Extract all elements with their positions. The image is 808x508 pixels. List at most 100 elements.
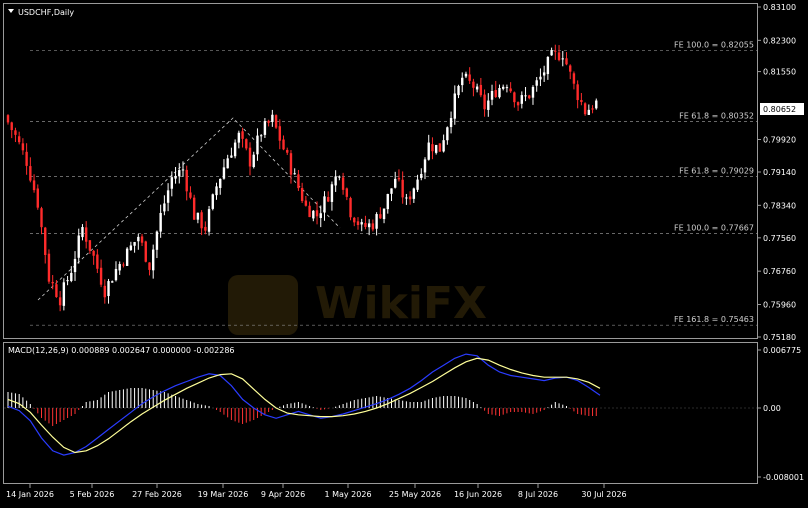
candle	[81, 224, 84, 241]
candle	[207, 205, 211, 236]
candle	[434, 144, 438, 155]
fib-level-label: FE 61.8 = 0.79029	[679, 167, 754, 176]
macd-tick-zero: 0.00	[763, 404, 781, 413]
chart-title: USDCHF,Daily	[18, 8, 74, 17]
candle	[170, 171, 174, 197]
candle	[219, 178, 222, 195]
candle	[107, 278, 110, 304]
candle	[576, 80, 579, 109]
candle	[479, 77, 483, 98]
candle	[6, 114, 10, 125]
candle	[174, 167, 177, 184]
candle	[379, 207, 382, 219]
candle	[583, 102, 587, 116]
time-tick-label: 14 Jan 2026	[6, 490, 54, 499]
price-tick-label: 0.76760	[763, 267, 796, 276]
current-price-marker: 0.80652	[760, 103, 804, 115]
candle	[542, 65, 546, 82]
candle	[565, 52, 568, 66]
price-tick-label: 0.75180	[763, 333, 796, 342]
candle	[345, 187, 349, 201]
candle	[230, 147, 233, 158]
candle	[241, 127, 244, 148]
candle	[416, 174, 419, 192]
price-tick-label: 0.82300	[763, 36, 796, 45]
time-tick-label: 5 Feb 2026	[70, 490, 115, 499]
candle	[487, 93, 490, 117]
candle	[569, 64, 572, 80]
candle	[92, 250, 95, 265]
macd-label: MACD(12,26,9) 0.000889 0.002647 0.000000…	[8, 346, 235, 355]
candle	[245, 138, 248, 151]
candle	[453, 85, 456, 125]
chart-canvas[interactable]: WikiFX USDCHF,Daily FE 100.0 = 0.82055 FE…	[0, 0, 808, 504]
candle	[77, 228, 80, 264]
symbol-menu[interactable]: USDCHF,Daily	[8, 8, 74, 17]
candle	[431, 137, 434, 160]
candle	[364, 215, 367, 230]
candle	[349, 196, 352, 221]
candle	[152, 244, 155, 279]
candle	[133, 241, 136, 253]
candle	[397, 169, 401, 182]
candle	[557, 45, 561, 62]
candle	[263, 118, 267, 138]
candle	[192, 194, 196, 220]
candle	[513, 91, 516, 108]
candle	[427, 134, 430, 161]
candle	[535, 77, 538, 92]
candle	[286, 147, 289, 155]
candle	[390, 188, 393, 202]
candle	[483, 89, 486, 117]
candle	[457, 84, 460, 99]
candle	[47, 249, 51, 284]
candle	[137, 233, 140, 250]
candle	[103, 279, 107, 304]
candle	[29, 157, 32, 183]
candle	[111, 280, 114, 283]
candle	[531, 85, 535, 105]
candle	[125, 247, 129, 266]
candle	[155, 230, 159, 259]
candle	[516, 101, 520, 111]
candle	[148, 262, 151, 276]
candle	[438, 143, 442, 152]
candle	[494, 80, 497, 99]
candle	[356, 217, 360, 230]
price-tick-label: 0.77560	[763, 234, 796, 243]
fib-level-label: FE 61.8 = 0.80352	[679, 112, 754, 121]
price-tick-label: 0.83100	[763, 3, 796, 12]
candle	[96, 249, 99, 274]
fibo-expansion-line[interactable]	[37, 117, 341, 301]
candle	[330, 181, 334, 211]
candle	[159, 204, 162, 238]
time-tick-label: 16 Jun 2026	[454, 490, 502, 499]
candle	[44, 226, 47, 264]
watermark-logo-icon	[228, 275, 298, 335]
fib-level-label: FE 100.0 = 0.77667	[674, 223, 754, 232]
candle	[595, 98, 598, 110]
candle	[464, 71, 468, 79]
candle	[367, 219, 371, 236]
candle	[271, 109, 274, 127]
candle	[528, 94, 531, 100]
candle	[405, 193, 408, 205]
macd-tick-top: 0.006775	[763, 346, 801, 355]
candle	[196, 212, 200, 224]
candle	[178, 163, 181, 184]
candle	[546, 56, 550, 80]
watermark-text: WikiFX	[315, 278, 487, 329]
candle	[341, 172, 345, 195]
candle	[539, 68, 542, 87]
candle	[99, 259, 103, 288]
candle	[10, 121, 13, 139]
candle	[587, 104, 591, 115]
candle	[122, 262, 125, 268]
price-tick-label: 0.78340	[763, 201, 796, 210]
price-tick-label: 0.79920	[763, 136, 796, 145]
candle	[394, 171, 397, 189]
candle	[449, 111, 453, 134]
candle	[88, 240, 92, 254]
candle	[475, 83, 479, 93]
candle	[32, 174, 36, 193]
